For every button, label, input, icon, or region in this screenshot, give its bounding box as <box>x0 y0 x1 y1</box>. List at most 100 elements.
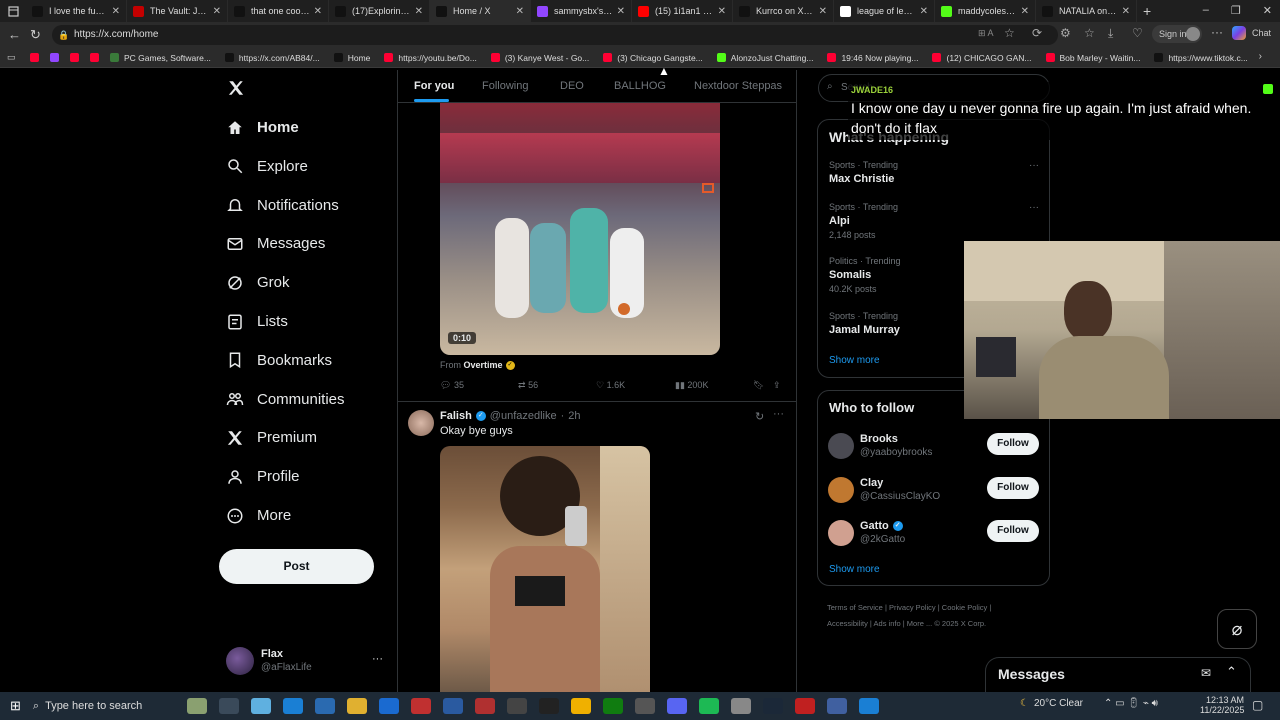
close-tab-icon[interactable]: ✕ <box>112 6 120 17</box>
browser-tab[interactable]: that one cookie - ✕ <box>228 0 329 22</box>
footer-link[interactable]: Privacy Policy <box>889 603 936 612</box>
sidebar-item-home[interactable]: Home <box>226 108 299 147</box>
more-options-icon[interactable]: ··· <box>773 408 784 420</box>
discord-icon[interactable] <box>666 698 687 714</box>
app-icon[interactable] <box>442 698 463 714</box>
file-explorer-icon[interactable] <box>346 698 367 714</box>
browser-tab[interactable]: (17)Exploring Lo ✕ <box>329 0 430 22</box>
more-options-icon[interactable]: ··· <box>1029 202 1039 213</box>
sidebar-item-communities[interactable]: Communities <box>226 380 345 419</box>
avatar[interactable] <box>408 410 434 436</box>
show-more-link[interactable]: Show more <box>829 564 880 575</box>
follow-button[interactable]: Follow <box>987 520 1039 542</box>
more-bookmarks-icon[interactable]: › <box>1259 51 1262 62</box>
spotify-icon[interactable] <box>698 698 719 714</box>
app-icon[interactable] <box>410 698 431 714</box>
settings-icon[interactable]: ⚙ <box>1060 26 1071 40</box>
follow-button[interactable]: Follow <box>987 476 1039 499</box>
messages-drawer[interactable]: Messages ✉ ⌃ <box>985 657 1251 692</box>
footer-link[interactable]: Ads info <box>874 619 901 628</box>
collections-icon[interactable]: ▭ <box>7 52 16 63</box>
weather-widget[interactable]: ☾ 20°C Clear <box>1020 698 1083 709</box>
bookmark-item[interactable]: https://www.tiktok.c... <box>1154 53 1248 63</box>
bookmark-item[interactable] <box>70 53 84 63</box>
bookmark-item[interactable]: https://youtu.be/Do... <box>384 53 477 63</box>
browser-tab[interactable]: NATALIA on X: "I ✕ <box>1036 0 1137 22</box>
like-button[interactable]: ♡ 1.6K <box>596 380 625 391</box>
show-more-link[interactable]: Show more <box>829 355 880 366</box>
bookmark-item[interactable]: Bob Marley - Waitin... <box>1045 53 1140 63</box>
app-icon[interactable] <box>538 698 559 714</box>
repost-button[interactable]: ⇄ 56 <box>518 380 538 391</box>
bookmark-post-button[interactable]: 🔖︎ <box>753 380 764 391</box>
windows-start-icon[interactable]: ⊞ <box>10 698 21 714</box>
bookmark-item[interactable]: AlonzoJust Chatting... <box>716 53 813 63</box>
steam-icon[interactable] <box>762 698 783 714</box>
settings-icon[interactable] <box>634 698 655 714</box>
store-icon[interactable] <box>314 698 335 714</box>
browser-tab[interactable]: Home / X ✕ <box>430 0 531 22</box>
tab-nextdoor-steppas[interactable]: Nextdoor Steppas <box>694 80 782 92</box>
sidebar-item-notifications[interactable]: Notifications <box>226 186 339 225</box>
post-time[interactable]: 2h <box>568 410 580 422</box>
x-logo-icon[interactable] <box>227 79 245 97</box>
author-name[interactable]: Falish <box>440 410 472 422</box>
chat-button[interactable]: Chat <box>1232 26 1271 40</box>
download-icon[interactable]: ⤓ <box>1108 26 1113 41</box>
sidebar-item-profile[interactable]: Profile <box>226 457 300 496</box>
tab-actions-icon[interactable] <box>0 0 26 22</box>
browser-tab[interactable]: league of legend ✕ <box>834 0 935 22</box>
video-player[interactable]: 0:10 <box>440 103 720 355</box>
close-window-button[interactable]: ✕ <box>1263 4 1272 17</box>
account-switcher[interactable]: Flax @aFlaxLife ··· <box>226 646 386 678</box>
sidebar-item-grok[interactable]: Grok <box>226 263 290 302</box>
task-view-icon[interactable] <box>218 698 239 714</box>
tab-ballhog[interactable]: BALLHOG <box>614 80 666 92</box>
close-tab-icon[interactable]: ✕ <box>819 6 827 17</box>
close-tab-icon[interactable]: ✕ <box>718 6 726 17</box>
url-field[interactable]: 🔒 https://x.com/home <box>52 25 1058 45</box>
favorites-icon[interactable]: ☆ <box>1084 26 1095 40</box>
browser-tab[interactable]: Kurrco on X: "Kir ✕ <box>733 0 834 22</box>
browser-tab[interactable]: I love the funk in ✕ <box>26 0 127 22</box>
edge-icon[interactable] <box>282 698 303 714</box>
browser-tab[interactable]: The Vault: Jet Li ✕ <box>127 0 228 22</box>
refresh-icon[interactable]: ↻ <box>30 27 41 43</box>
bookmark-item[interactable]: (3) Chicago Gangste... <box>603 53 703 63</box>
tab-following[interactable]: Following <box>482 80 528 92</box>
copilot-icon[interactable]: ♡ <box>1132 26 1143 40</box>
app-icon[interactable] <box>794 698 815 714</box>
app-icon[interactable] <box>474 698 495 714</box>
trend-item[interactable]: Sports · Trending Alpi 2,148 posts ··· <box>829 202 1039 240</box>
taskbar-search-input[interactable]: ⌕ Type here to search <box>33 695 163 717</box>
grok-floating-button[interactable]: ⌀ <box>1217 609 1257 649</box>
close-tab-icon[interactable]: ✕ <box>617 6 625 17</box>
footer-link[interactable]: More ... <box>907 619 932 628</box>
minimize-button[interactable]: – <box>1203 4 1209 17</box>
app-icon[interactable] <box>570 698 591 714</box>
tab-deo[interactable]: DEO <box>560 80 584 92</box>
follow-button[interactable]: Follow <box>987 433 1039 455</box>
app-icon[interactable] <box>826 698 847 714</box>
sidebar-item-bookmarks[interactable]: Bookmarks <box>226 341 332 380</box>
extensions-icon[interactable]: ⟳ <box>1032 26 1042 40</box>
new-tab-button[interactable]: + <box>1143 3 1151 19</box>
back-icon[interactable]: ← <box>8 27 21 42</box>
xbox-icon[interactable] <box>602 698 623 714</box>
close-tab-icon[interactable]: ✕ <box>314 6 322 17</box>
expand-icon[interactable]: ⌃ <box>1226 664 1237 680</box>
sidebar-item-messages[interactable]: Messages <box>226 224 325 263</box>
browser-tab[interactable]: (15) 1i1an1 - Swe ✕ <box>632 0 733 22</box>
favorite-star-icon[interactable]: ☆ <box>1004 26 1015 40</box>
app-icon[interactable] <box>730 698 751 714</box>
bookmark-item[interactable]: (3) Kanye West - Go... <box>490 53 589 63</box>
bookmark-item[interactable]: Home <box>333 53 370 63</box>
close-tab-icon[interactable]: ✕ <box>415 6 423 17</box>
source-name[interactable]: Overtime <box>464 360 503 370</box>
post-button[interactable]: Post <box>219 549 374 584</box>
share-button[interactable]: ⇪ <box>773 380 781 391</box>
sidebar-item-premium[interactable]: Premium <box>226 418 317 457</box>
bookmark-item[interactable]: 19:46 Now playing... <box>827 53 918 63</box>
browser-tab[interactable]: sammysbx's prof ✕ <box>531 0 632 22</box>
restore-button[interactable]: ❐ <box>1231 4 1241 17</box>
